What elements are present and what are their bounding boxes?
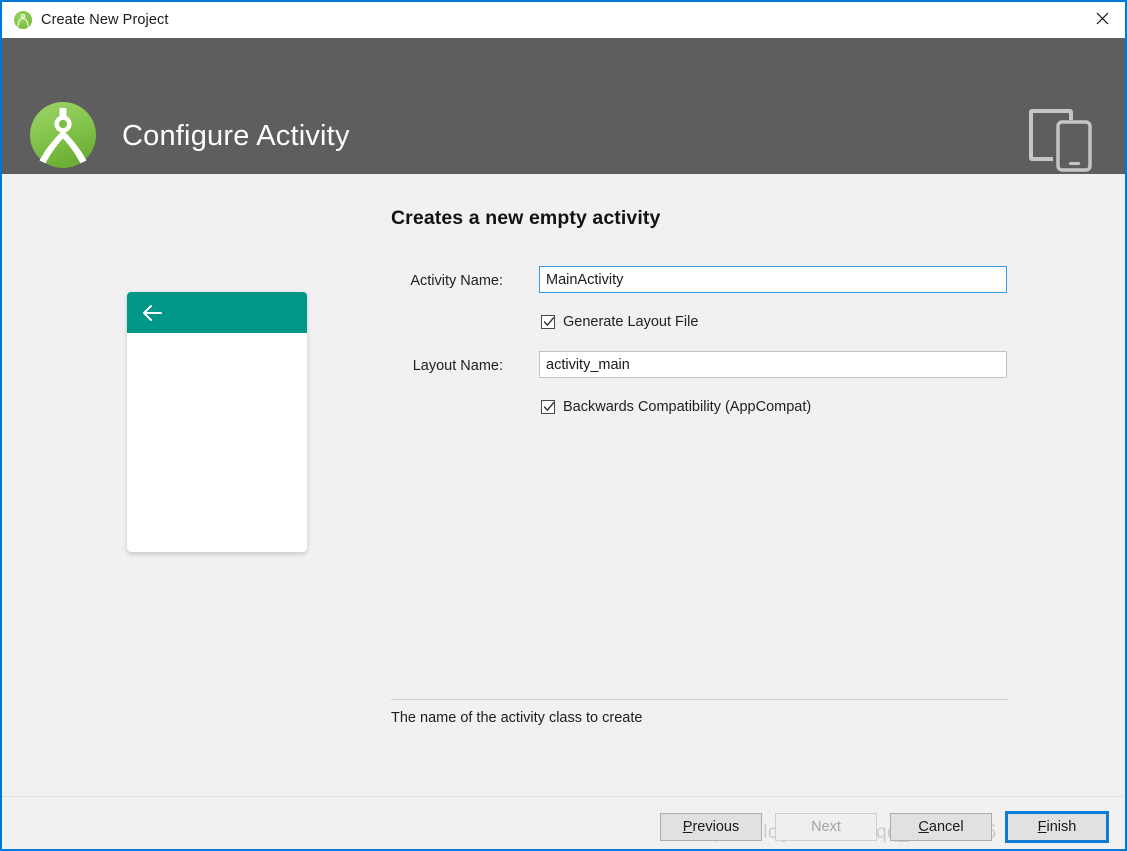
tablet-phone-icon	[1029, 109, 1092, 172]
wizard-header-title: Configure Activity	[122, 120, 350, 152]
wizard-header: Configure Activity	[2, 38, 1125, 174]
activity-name-input[interactable]	[539, 266, 1007, 293]
back-arrow-icon	[143, 304, 162, 321]
page-title: Creates a new empty activity	[391, 207, 661, 229]
activity-preview	[127, 292, 307, 552]
backwards-compat-label: Backwards Compatibility (AppCompat)	[563, 399, 812, 415]
previous-button-mnemonic: P	[682, 819, 693, 835]
checkmark-icon	[543, 317, 555, 326]
next-button-label: Next	[811, 819, 841, 835]
cancel-button-mnemonic: C	[918, 819, 929, 835]
wizard-body: Creates a new empty activity Activity Na…	[2, 174, 1125, 849]
cancel-button[interactable]: Cancel	[890, 813, 992, 841]
help-text: The name of the activity class to create	[391, 710, 643, 726]
cancel-button-label-rest: ancel	[928, 819, 964, 835]
finish-button-mnemonic: F	[1037, 819, 1047, 835]
help-divider	[391, 699, 1008, 700]
checkmark-icon	[543, 402, 555, 411]
backwards-compat-checkbox-row[interactable]: Backwards Compatibility (AppCompat)	[541, 399, 811, 415]
window-title: Create New Project	[41, 12, 169, 28]
previous-button-label-rest: revious	[692, 819, 740, 835]
button-bar-divider	[2, 796, 1125, 797]
activity-name-label: Activity Name:	[410, 273, 503, 289]
layout-name-input[interactable]	[539, 351, 1007, 378]
finish-button-label-rest: inish	[1046, 819, 1077, 835]
button-bar: Previous Next Cancel Finish	[660, 811, 1109, 843]
generate-layout-label: Generate Layout File	[563, 314, 699, 330]
android-studio-logo	[30, 102, 96, 168]
close-icon[interactable]	[1079, 2, 1125, 35]
create-new-project-dialog: Create New Project Configure Activity Cr…	[0, 0, 1127, 851]
next-button[interactable]: Next	[775, 813, 877, 841]
layout-name-label: Layout Name:	[412, 358, 503, 374]
generate-layout-checkbox[interactable]	[541, 315, 555, 329]
backwards-compat-checkbox[interactable]	[541, 400, 555, 414]
title-bar: Create New Project	[2, 2, 1125, 38]
finish-button[interactable]: Finish	[1005, 811, 1109, 843]
preview-appbar	[127, 292, 307, 333]
previous-button[interactable]: Previous	[660, 813, 762, 841]
android-studio-icon	[14, 11, 32, 29]
generate-layout-checkbox-row[interactable]: Generate Layout File	[541, 314, 698, 330]
